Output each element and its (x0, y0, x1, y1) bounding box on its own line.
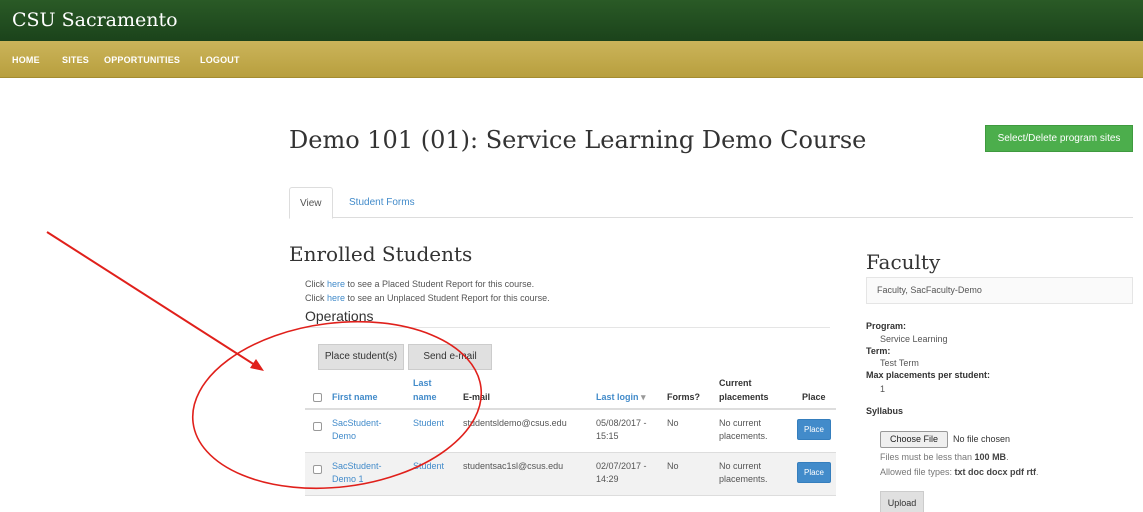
annotation-arrow-head (250, 359, 264, 371)
annotation-arrow-icon (46, 231, 259, 368)
annotation-overlay (46, 231, 483, 490)
annotation-ellipse (191, 320, 483, 490)
